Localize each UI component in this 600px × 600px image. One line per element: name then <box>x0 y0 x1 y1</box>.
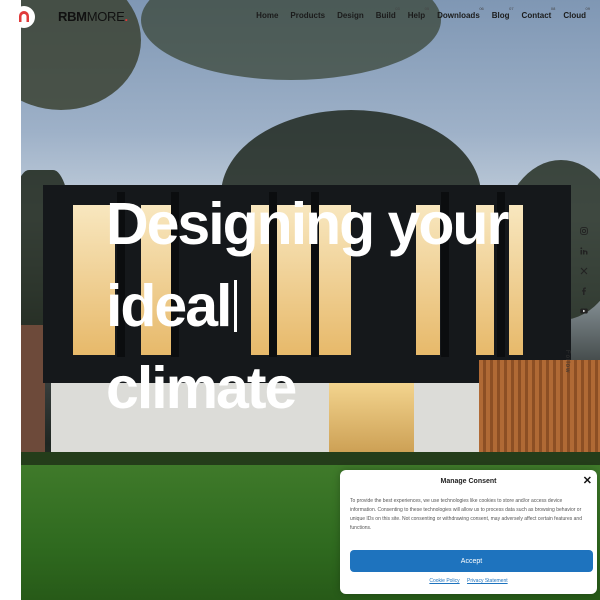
social-links <box>577 225 591 317</box>
nav-item-design[interactable]: Design <box>331 11 370 20</box>
nav-label: Build <box>375 11 396 20</box>
left-margin <box>0 0 21 600</box>
nav-label: Downloads <box>437 11 480 20</box>
nav-label: Products <box>290 11 326 20</box>
nav-label: Cloud <box>563 11 586 20</box>
cookie-policy-link[interactable]: Cookie Policy <box>429 578 459 584</box>
brand-bold: RBM <box>58 9 87 24</box>
facebook-icon[interactable] <box>579 285 589 297</box>
youtube-icon[interactable] <box>579 305 589 317</box>
close-icon[interactable]: ✕ <box>583 474 592 487</box>
nav-item-cloud[interactable]: Cloud 09 <box>557 6 592 20</box>
brand-dot: . <box>124 9 129 24</box>
headline-line-2: ideal <box>106 265 526 347</box>
nav-label: Home <box>256 11 279 20</box>
main-nav: Home Products Design Build 03 Help 05 Down… <box>250 6 592 20</box>
headline-line-1: Designing your <box>106 191 509 257</box>
follow-label: Follow <box>564 350 570 374</box>
nav-item-contact[interactable]: Contact 08 <box>516 6 558 20</box>
nav-number: 08 <box>550 6 556 11</box>
x-icon[interactable] <box>579 265 589 277</box>
neighbor-wall <box>21 325 45 455</box>
nav-label: Blog <box>491 11 510 20</box>
nav-number: 06 <box>479 6 484 11</box>
typing-caret <box>234 280 238 332</box>
consent-body: To provide the best experiences, we use … <box>350 498 582 531</box>
instagram-icon[interactable] <box>579 225 589 237</box>
consent-dialog: Manage Consent ✕ To provide the best exp… <box>340 470 597 594</box>
nav-number: 03 <box>395 6 400 11</box>
nav-item-build[interactable]: Build 03 <box>370 6 402 20</box>
consent-links: Cookie Policy Privacy Statement <box>340 578 597 584</box>
brand-light: MORE <box>86 9 125 24</box>
nav-number: 07 <box>509 6 514 11</box>
nav-item-blog[interactable]: Blog 07 <box>486 6 516 20</box>
nav-label: Help <box>407 11 426 20</box>
site-logo-icon[interactable] <box>13 6 35 28</box>
headline-line-3: climate <box>106 355 297 421</box>
nav-item-downloads[interactable]: Downloads 06 <box>431 6 486 20</box>
nav-item-products[interactable]: Products <box>284 11 331 20</box>
nav-number: 05 <box>424 6 430 11</box>
hero-headline: Designing your ideal climate <box>106 183 526 429</box>
nav-label: Design <box>337 11 364 20</box>
accept-button[interactable]: Accept <box>350 550 593 572</box>
nav-item-home[interactable]: Home <box>250 11 284 20</box>
brand-wordmark[interactable]: RBMMORE. <box>58 9 128 24</box>
privacy-statement-link[interactable]: Privacy Statement <box>467 578 508 584</box>
consent-title: Manage Consent <box>440 478 497 485</box>
nav-label: Contact <box>521 11 552 20</box>
linkedin-icon[interactable] <box>579 245 589 257</box>
nav-item-help[interactable]: Help 05 <box>402 6 431 20</box>
headline-line-2-text: ideal <box>106 273 232 339</box>
nav-number: 09 <box>585 6 590 11</box>
logo-mark-icon <box>19 11 29 22</box>
